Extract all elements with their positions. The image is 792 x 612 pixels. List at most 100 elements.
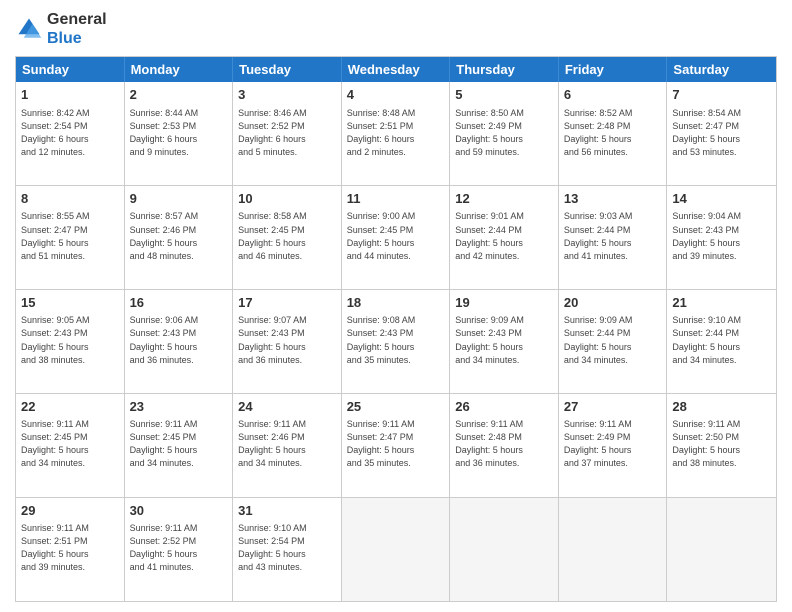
day-number: 13 xyxy=(564,190,662,208)
day-info: Sunrise: 8:52 AMSunset: 2:48 PMDaylight:… xyxy=(564,107,662,159)
day-number: 21 xyxy=(672,294,771,312)
day-number: 27 xyxy=(564,398,662,416)
day-number: 28 xyxy=(672,398,771,416)
calendar-cell xyxy=(342,498,451,601)
calendar-cell: 16 Sunrise: 9:06 AMSunset: 2:43 PMDayligh… xyxy=(125,290,234,393)
day-info: Sunrise: 9:04 AMSunset: 2:43 PMDaylight:… xyxy=(672,210,771,262)
day-header-tuesday: Tuesday xyxy=(233,57,342,82)
calendar-cell: 7Sunrise: 8:54 AMSunset: 2:47 PMDaylight… xyxy=(667,82,776,185)
day-info: Sunrise: 8:46 AMSunset: 2:52 PMDaylight:… xyxy=(238,107,336,159)
calendar-cell: 11Sunrise: 9:00 AMSunset: 2:45 PMDayligh… xyxy=(342,186,451,289)
calendar-cell: 20Sunrise: 9:09 AMSunset: 2:44 PMDayligh… xyxy=(559,290,668,393)
day-info: Sunrise: 9:10 AMSunset: 2:44 PMDaylight:… xyxy=(672,314,771,366)
day-info: Sunrise: 8:54 AMSunset: 2:47 PMDaylight:… xyxy=(672,107,771,159)
calendar-cell: 12 Sunrise: 9:01 AMSunset: 2:44 PMDayligh… xyxy=(450,186,559,289)
day-number: 6 xyxy=(564,86,662,104)
calendar-cell: 18 Sunrise: 9:08 AMSunset: 2:43 PMDayligh… xyxy=(342,290,451,393)
calendar-week-5: 29 Sunrise: 9:11 AMSunset: 2:51 PMDayligh… xyxy=(16,497,776,601)
calendar-cell: 1 Sunrise: 8:42 AMSunset: 2:54 PMDaylight… xyxy=(16,82,125,185)
calendar-cell: 5 Sunrise: 8:50 AMSunset: 2:49 PMDaylight… xyxy=(450,82,559,185)
calendar-cell: 25Sunrise: 9:11 AMSunset: 2:47 PMDayligh… xyxy=(342,394,451,497)
day-info: Sunrise: 9:07 AMSunset: 2:43 PMDaylight:… xyxy=(238,314,336,366)
day-number: 4 xyxy=(347,86,445,104)
calendar-week-3: 15 Sunrise: 9:05 AMSunset: 2:43 PMDayligh… xyxy=(16,289,776,393)
day-number: 16 xyxy=(130,294,228,312)
logo-icon xyxy=(15,15,43,43)
day-number: 10 xyxy=(238,190,336,208)
calendar-cell xyxy=(559,498,668,601)
calendar-week-4: 22 Sunrise: 9:11 AMSunset: 2:45 PMDayligh… xyxy=(16,393,776,497)
calendar-cell: 2Sunrise: 8:44 AMSunset: 2:53 PMDaylight… xyxy=(125,82,234,185)
day-number: 17 xyxy=(238,294,336,312)
day-number: 15 xyxy=(21,294,119,312)
day-number: 3 xyxy=(238,86,336,104)
day-info: Sunrise: 9:08 AMSunset: 2:43 PMDaylight:… xyxy=(347,314,445,366)
day-number: 9 xyxy=(130,190,228,208)
day-number: 29 xyxy=(21,502,119,520)
logo-text: General Blue xyxy=(47,10,107,48)
calendar-cell: 28 Sunrise: 9:11 AMSunset: 2:50 PMDayligh… xyxy=(667,394,776,497)
calendar-cell: 22 Sunrise: 9:11 AMSunset: 2:45 PMDayligh… xyxy=(16,394,125,497)
day-number: 12 xyxy=(455,190,553,208)
day-number: 23 xyxy=(130,398,228,416)
day-info: Sunrise: 9:06 AMSunset: 2:43 PMDaylight:… xyxy=(130,314,228,366)
calendar-cell: 3 Sunrise: 8:46 AMSunset: 2:52 PMDaylight… xyxy=(233,82,342,185)
day-number: 1 xyxy=(21,86,119,104)
calendar-cell: 23 Sunrise: 9:11 AMSunset: 2:45 PMDayligh… xyxy=(125,394,234,497)
day-number: 5 xyxy=(455,86,553,104)
logo: General Blue xyxy=(15,10,107,48)
day-number: 31 xyxy=(238,502,336,520)
day-info: Sunrise: 9:11 AMSunset: 2:50 PMDaylight:… xyxy=(672,418,771,470)
calendar-cell: 24Sunrise: 9:11 AMSunset: 2:46 PMDayligh… xyxy=(233,394,342,497)
calendar: SundayMondayTuesdayWednesdayThursdayFrid… xyxy=(15,56,777,602)
day-info: Sunrise: 9:10 AMSunset: 2:54 PMDaylight:… xyxy=(238,522,336,574)
page: General Blue SundayMondayTuesdayWednesda… xyxy=(0,0,792,612)
day-number: 14 xyxy=(672,190,771,208)
calendar-cell: 8 Sunrise: 8:55 AMSunset: 2:47 PMDaylight… xyxy=(16,186,125,289)
calendar-cell: 26 Sunrise: 9:11 AMSunset: 2:48 PMDayligh… xyxy=(450,394,559,497)
day-info: Sunrise: 8:48 AMSunset: 2:51 PMDaylight:… xyxy=(347,107,445,159)
day-number: 30 xyxy=(130,502,228,520)
calendar-week-1: 1 Sunrise: 8:42 AMSunset: 2:54 PMDaylight… xyxy=(16,82,776,185)
calendar-cell: 31 Sunrise: 9:10 AMSunset: 2:54 PMDayligh… xyxy=(233,498,342,601)
day-info: Sunrise: 9:09 AMSunset: 2:44 PMDaylight:… xyxy=(564,314,662,366)
calendar-cell: 13Sunrise: 9:03 AMSunset: 2:44 PMDayligh… xyxy=(559,186,668,289)
day-info: Sunrise: 8:55 AMSunset: 2:47 PMDaylight:… xyxy=(21,210,119,262)
day-number: 18 xyxy=(347,294,445,312)
day-info: Sunrise: 9:11 AMSunset: 2:49 PMDaylight:… xyxy=(564,418,662,470)
day-info: Sunrise: 9:05 AMSunset: 2:43 PMDaylight:… xyxy=(21,314,119,366)
day-info: Sunrise: 8:42 AMSunset: 2:54 PMDaylight:… xyxy=(21,107,119,159)
day-number: 26 xyxy=(455,398,553,416)
day-number: 22 xyxy=(21,398,119,416)
day-header-sunday: Sunday xyxy=(16,57,125,82)
day-info: Sunrise: 9:11 AMSunset: 2:48 PMDaylight:… xyxy=(455,418,553,470)
day-info: Sunrise: 9:11 AMSunset: 2:45 PMDaylight:… xyxy=(130,418,228,470)
day-info: Sunrise: 9:11 AMSunset: 2:45 PMDaylight:… xyxy=(21,418,119,470)
calendar-cell: 4 Sunrise: 8:48 AMSunset: 2:51 PMDaylight… xyxy=(342,82,451,185)
day-info: Sunrise: 9:11 AMSunset: 2:51 PMDaylight:… xyxy=(21,522,119,574)
day-number: 8 xyxy=(21,190,119,208)
calendar-week-2: 8 Sunrise: 8:55 AMSunset: 2:47 PMDaylight… xyxy=(16,185,776,289)
day-header-friday: Friday xyxy=(559,57,668,82)
calendar-cell: 14 Sunrise: 9:04 AMSunset: 2:43 PMDayligh… xyxy=(667,186,776,289)
day-info: Sunrise: 9:00 AMSunset: 2:45 PMDaylight:… xyxy=(347,210,445,262)
day-info: Sunrise: 9:11 AMSunset: 2:47 PMDaylight:… xyxy=(347,418,445,470)
calendar-header: SundayMondayTuesdayWednesdayThursdayFrid… xyxy=(16,57,776,82)
calendar-cell xyxy=(667,498,776,601)
day-info: Sunrise: 8:58 AMSunset: 2:45 PMDaylight:… xyxy=(238,210,336,262)
day-info: Sunrise: 8:57 AMSunset: 2:46 PMDaylight:… xyxy=(130,210,228,262)
calendar-cell: 10 Sunrise: 8:58 AMSunset: 2:45 PMDayligh… xyxy=(233,186,342,289)
day-number: 19 xyxy=(455,294,553,312)
day-info: Sunrise: 9:01 AMSunset: 2:44 PMDaylight:… xyxy=(455,210,553,262)
day-header-wednesday: Wednesday xyxy=(342,57,451,82)
calendar-cell: 29 Sunrise: 9:11 AMSunset: 2:51 PMDayligh… xyxy=(16,498,125,601)
calendar-cell xyxy=(450,498,559,601)
day-info: Sunrise: 9:09 AMSunset: 2:43 PMDaylight:… xyxy=(455,314,553,366)
calendar-cell: 19 Sunrise: 9:09 AMSunset: 2:43 PMDayligh… xyxy=(450,290,559,393)
calendar-body: 1 Sunrise: 8:42 AMSunset: 2:54 PMDaylight… xyxy=(16,82,776,601)
day-header-monday: Monday xyxy=(125,57,234,82)
calendar-cell: 15 Sunrise: 9:05 AMSunset: 2:43 PMDayligh… xyxy=(16,290,125,393)
calendar-cell: 6 Sunrise: 8:52 AMSunset: 2:48 PMDaylight… xyxy=(559,82,668,185)
calendar-cell: 17 Sunrise: 9:07 AMSunset: 2:43 PMDayligh… xyxy=(233,290,342,393)
day-info: Sunrise: 8:50 AMSunset: 2:49 PMDaylight:… xyxy=(455,107,553,159)
